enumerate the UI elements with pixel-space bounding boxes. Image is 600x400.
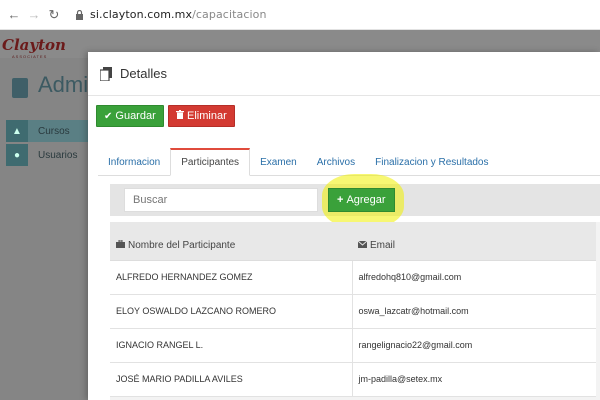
- column-header-label: Email: [370, 240, 396, 252]
- sidebar-item-label: Cursos: [38, 125, 70, 137]
- table-header-row: Nombre del Participante Email: [110, 222, 596, 261]
- url-path: /capacitacion: [192, 8, 267, 21]
- column-header-email[interactable]: Email: [352, 222, 596, 261]
- sidebar-item-label: Usuarios: [38, 149, 78, 161]
- graduation-cap-icon: ▲: [6, 120, 28, 142]
- briefcase-icon: [116, 239, 125, 250]
- participant-email: jm-padilla@setex.mx: [352, 362, 596, 397]
- address-bar[interactable]: si.clayton.com.mx/capacitacion: [90, 8, 267, 21]
- envelope-icon: [357, 240, 368, 250]
- arrow-right-icon: →: [27, 7, 41, 22]
- back-button[interactable]: ←: [4, 5, 24, 25]
- trash-icon: [176, 110, 184, 122]
- check-icon: ✔: [104, 110, 113, 122]
- plus-icon: +: [337, 194, 344, 206]
- tab-archivos[interactable]: Archivos: [307, 148, 365, 176]
- search-input[interactable]: [124, 188, 318, 212]
- arrow-left-icon: ←: [7, 7, 21, 22]
- tabs: Informacion Participantes Examen Archivo…: [98, 148, 600, 176]
- participant-name: IGNACIO RANGEL L.: [110, 328, 353, 363]
- participant-name: ELOY OSWALDO LAZCANO ROMERO: [110, 294, 353, 329]
- sidebar-item-cursos[interactable]: ▲ Cursos: [6, 120, 90, 142]
- table-row[interactable]: JOSÉ MARIO PADILLA AVILES jm-padilla@set…: [110, 362, 596, 397]
- tab-examen[interactable]: Examen: [250, 148, 307, 176]
- participants-table: Nombre del Participante Email ALFREDO HE…: [110, 222, 596, 397]
- delete-button[interactable]: Eliminar: [168, 105, 235, 127]
- save-button[interactable]: ✔ Guardar: [96, 105, 164, 127]
- tab-participantes[interactable]: Participantes: [170, 148, 251, 176]
- reload-icon: ↻: [48, 6, 60, 22]
- forward-button[interactable]: →: [24, 5, 44, 25]
- sidebar-item-usuarios[interactable]: ● Usuarios: [6, 144, 90, 166]
- participant-email: oswa_lazcatr@hotmail.com: [352, 294, 596, 329]
- book-icon: [12, 78, 28, 98]
- table-row[interactable]: ALFREDO HERNANDEZ GOMEZ alfredohq810@gma…: [110, 260, 596, 295]
- tab-informacion[interactable]: Informacion: [98, 148, 170, 176]
- add-button-label: Agregar: [346, 194, 386, 206]
- participant-name: ALFREDO HERNANDEZ GOMEZ: [110, 260, 353, 295]
- add-participant-button[interactable]: + Agregar: [328, 188, 395, 212]
- user-icon: ●: [6, 144, 28, 166]
- url-host: si.clayton.com.mx: [90, 8, 193, 21]
- participant-name: JOSÉ MARIO PADILLA AVILES: [110, 362, 353, 397]
- participant-email: alfredohq810@gmail.com: [352, 260, 596, 295]
- browser-toolbar: ← → ↻ si.clayton.com.mx/capacitacion: [0, 0, 600, 30]
- modal-title: Detalles: [120, 66, 167, 81]
- participants-table-area: Nombre del Participante Email ALFREDO HE…: [110, 222, 600, 400]
- clayton-logo: Clayton: [2, 36, 66, 54]
- column-header-name[interactable]: Nombre del Participante: [110, 222, 352, 261]
- document-icon: [99, 66, 114, 82]
- tab-finalizacion[interactable]: Finalizacion y Resultados: [365, 148, 498, 176]
- table-row[interactable]: ELOY OSWALDO LAZCANO ROMERO oswa_lazcatr…: [110, 294, 596, 329]
- details-modal: Detalles ✔ Guardar Eliminar Informacion …: [88, 52, 600, 400]
- delete-button-label: Eliminar: [187, 110, 227, 122]
- lock-icon[interactable]: [74, 9, 84, 20]
- reload-button[interactable]: ↻: [44, 5, 64, 25]
- participants-toolbar: + Agregar: [110, 174, 600, 228]
- participant-email: rangelignacio22@gmail.com: [352, 328, 596, 363]
- column-header-label: Nombre del Participante: [128, 240, 236, 252]
- modal-header: Detalles: [88, 52, 600, 96]
- table-row[interactable]: IGNACIO RANGEL L. rangelignacio22@gmail.…: [110, 328, 596, 363]
- save-button-label: Guardar: [115, 110, 156, 122]
